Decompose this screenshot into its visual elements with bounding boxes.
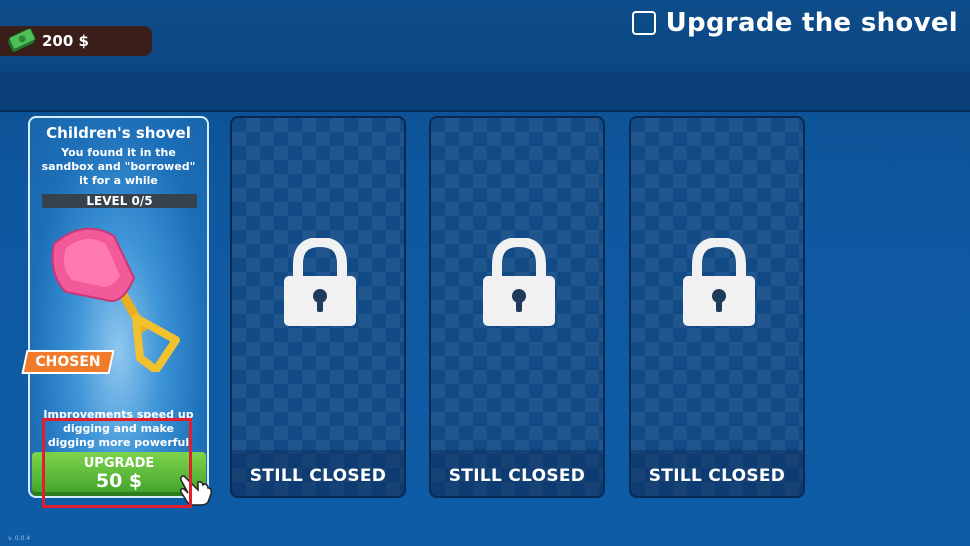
level-bar: LEVEL 0/5: [42, 194, 197, 208]
locked-card-2: STILL CLOSED: [429, 116, 605, 498]
locked-card-1: STILL CLOSED: [230, 116, 406, 498]
still-closed-label: STILL CLOSED: [448, 466, 586, 486]
lock-icon: [282, 236, 358, 328]
still-closed-label: STILL CLOSED: [249, 466, 387, 486]
page-title: Upgrade the shovel: [665, 8, 958, 38]
screen-header: Upgrade the shovel: [631, 8, 958, 38]
currency-display: 200 $: [0, 26, 152, 56]
chosen-label: CHOSEN: [35, 354, 101, 370]
upgrade-label: UPGRADE: [83, 456, 155, 471]
shovel-card-childrens[interactable]: Children's shovel You found it in the sa…: [21, 116, 212, 506]
improvement-description: Improvements speed up digging and make d…: [43, 408, 194, 449]
lock-icon: [481, 236, 557, 328]
header-band: [0, 72, 970, 110]
chosen-badge: CHOSEN: [21, 350, 115, 374]
header-divider: [0, 110, 970, 112]
shovel-description: You found it in the sandbox and "borrowe…: [41, 146, 196, 187]
currency-amount: 200 $: [42, 32, 89, 50]
lock-icon: [681, 236, 757, 328]
pink-shovel-icon: [44, 212, 194, 374]
shovel-name: Children's shovel: [46, 124, 191, 142]
checkbox-icon[interactable]: [631, 11, 656, 35]
version-label: v. 0.0.4: [8, 535, 31, 542]
cash-icon: [6, 27, 36, 53]
locked-card-3: STILL CLOSED: [629, 116, 805, 498]
pointing-hand-icon: [178, 472, 212, 506]
still-closed-label: STILL CLOSED: [648, 466, 786, 486]
